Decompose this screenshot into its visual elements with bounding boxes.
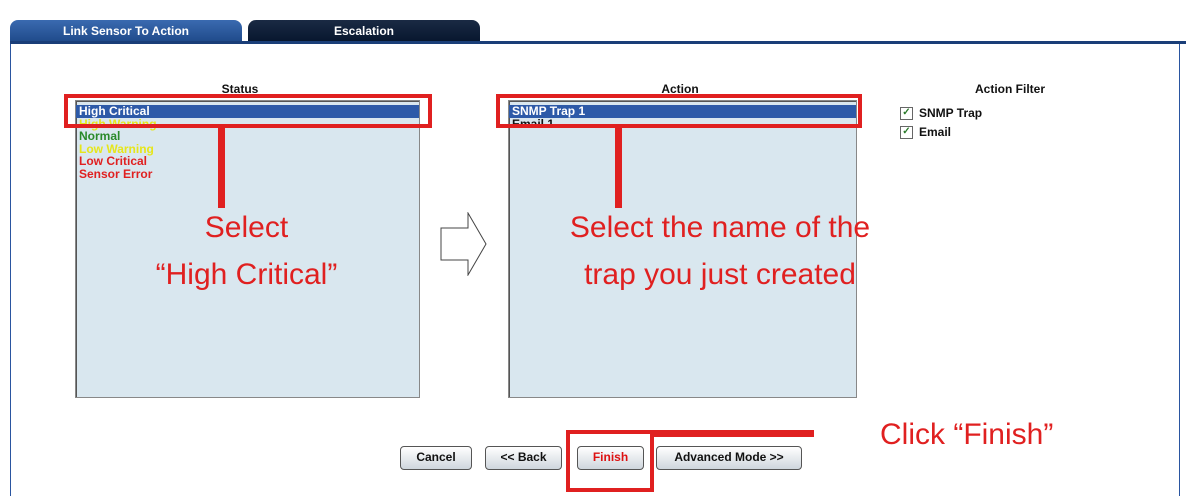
highlight-finish-button — [566, 430, 654, 492]
status-listbox[interactable]: High Critical High Warning Normal Low Warni… — [75, 100, 420, 398]
snmp-trap-label: SNMP Trap — [919, 106, 983, 120]
filter-email[interactable]: ✓ Email — [900, 125, 951, 139]
pointer-line-action — [615, 128, 622, 208]
pointer-line-finish — [654, 430, 814, 437]
back-button[interactable]: << Back — [485, 446, 562, 470]
pointer-line-status — [218, 128, 225, 208]
filter-snmp-trap[interactable]: ✓ SNMP Trap — [900, 106, 982, 120]
annotation-select: Select — [204, 211, 289, 244]
tab-link-sensor-to-action[interactable]: Link Sensor To Action — [10, 20, 242, 42]
advanced-mode-button[interactable]: Advanced Mode >> — [656, 446, 802, 470]
tab-escalation[interactable]: Escalation — [248, 20, 480, 42]
annotation-high-critical: “High Critical” — [155, 258, 338, 291]
cancel-button[interactable]: Cancel — [400, 446, 472, 470]
email-label: Email — [919, 125, 952, 139]
action-listbox[interactable]: SNMP Trap 1 Email 1 — [508, 100, 857, 398]
status-item[interactable]: Sensor Error — [76, 167, 419, 181]
annotation-select-trap-1: Select the name of the — [569, 211, 871, 244]
status-item[interactable]: Low Critical — [76, 155, 419, 168]
action-filter-title: Action Filter — [974, 82, 1045, 96]
highlight-high-critical — [64, 94, 432, 128]
tab-bar: Link Sensor To Action Escalation — [10, 20, 1186, 44]
snmp-trap-checkbox[interactable]: ✓ — [900, 106, 913, 120]
email-checkbox[interactable]: ✓ — [900, 125, 913, 139]
highlight-snmp-trap — [496, 94, 862, 128]
status-item[interactable]: Normal — [76, 130, 419, 143]
annotation-select-trap-2: trap you just created — [584, 258, 856, 291]
annotation-click-finish: Click “Finish” — [880, 418, 1054, 451]
